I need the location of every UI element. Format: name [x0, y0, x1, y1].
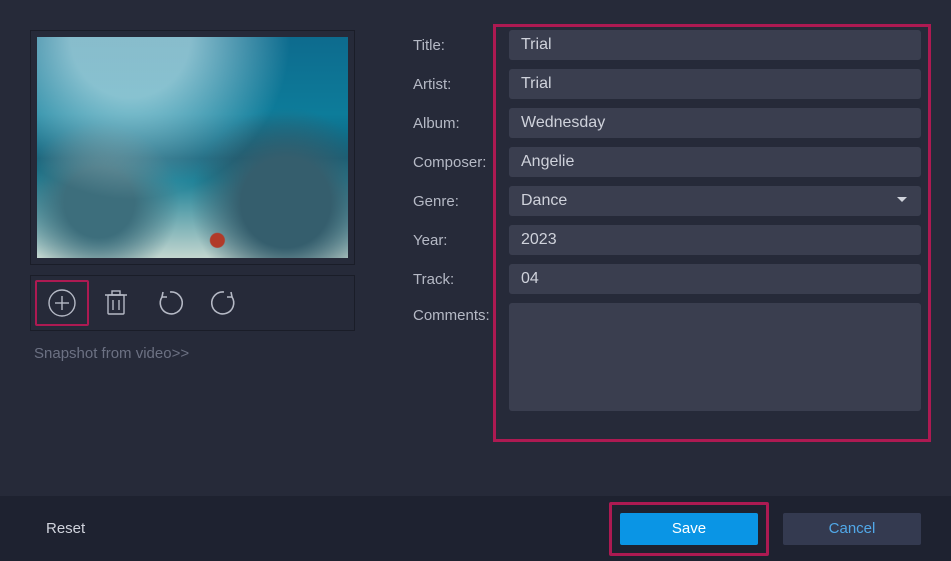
chevron-down-icon — [895, 192, 909, 211]
title-label: Title: — [413, 37, 505, 54]
composer-input[interactable] — [509, 147, 921, 177]
cover-art-image — [37, 37, 348, 258]
year-input[interactable] — [509, 225, 921, 255]
artist-label: Artist: — [413, 76, 505, 93]
rotate-cw-icon — [210, 289, 238, 317]
metadata-form: Title: Artist: Album: Composer: Genre: D… — [413, 30, 921, 411]
comments-textarea[interactable] — [509, 303, 921, 411]
trash-icon — [103, 289, 129, 317]
add-image-button[interactable] — [35, 280, 89, 326]
album-input[interactable] — [509, 108, 921, 138]
rotate-ccw-button[interactable] — [143, 280, 197, 326]
plus-circle-icon — [47, 288, 77, 318]
bottom-action-bar: Reset Save Cancel — [0, 496, 951, 561]
artist-input[interactable] — [509, 69, 921, 99]
image-tool-strip — [30, 275, 355, 331]
genre-value: Dance — [521, 192, 567, 210]
reset-button[interactable]: Reset — [38, 513, 93, 545]
cover-art-frame — [30, 30, 355, 265]
year-label: Year: — [413, 232, 505, 249]
track-input[interactable] — [509, 264, 921, 294]
title-input[interactable] — [509, 30, 921, 60]
rotate-ccw-icon — [156, 289, 184, 317]
save-button[interactable]: Save — [620, 513, 758, 545]
album-label: Album: — [413, 115, 505, 132]
genre-select[interactable]: Dance — [509, 186, 921, 216]
track-label: Track: — [413, 271, 505, 288]
comments-label: Comments: — [413, 303, 505, 324]
composer-label: Composer: — [413, 154, 505, 171]
delete-image-button[interactable] — [89, 280, 143, 326]
genre-label: Genre: — [413, 193, 505, 210]
save-highlight-outline: Save — [609, 502, 769, 556]
cancel-button[interactable]: Cancel — [783, 513, 921, 545]
rotate-cw-button[interactable] — [197, 280, 251, 326]
snapshot-from-video-link[interactable]: Snapshot from video>> — [30, 345, 189, 362]
